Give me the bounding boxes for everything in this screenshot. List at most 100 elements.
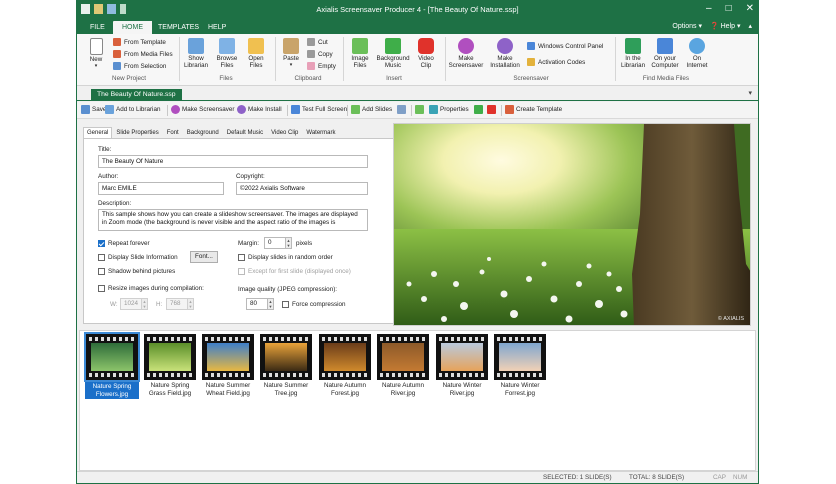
checkbox-box (98, 268, 105, 275)
slide-thumbnail[interactable]: Nature Autumn River.jpg (376, 334, 430, 397)
key-icon (527, 58, 535, 66)
save-icon (81, 105, 90, 114)
options-menu[interactable]: Options ▾ (672, 21, 702, 33)
minimize-button[interactable]: – (706, 3, 712, 15)
tab-file[interactable]: FILE (81, 21, 114, 34)
group-separator (343, 37, 344, 81)
open-files-button[interactable]: Open Files (243, 36, 269, 69)
scissors-icon (307, 38, 315, 46)
checkbox-box (282, 301, 289, 308)
make-install-button[interactable]: Make Install (237, 105, 282, 114)
font-button[interactable]: Font... (190, 251, 218, 263)
spinner-arrows-icon[interactable]: ▲ ▼ (286, 237, 292, 249)
tab-list-dropdown-icon[interactable]: ▾ (748, 89, 752, 97)
windows-control-panel-button[interactable]: Windows Control Panel (527, 42, 603, 50)
close-button[interactable]: ✕ (746, 3, 754, 15)
display-slide-info-checkbox[interactable]: Display Slide Information (98, 254, 178, 261)
background-music-button[interactable]: Background Music (375, 36, 411, 69)
test-full-screen-button[interactable]: Test Full Screen (291, 105, 347, 114)
tab-help[interactable]: HELP (199, 21, 235, 34)
spinner-arrows-icon[interactable]: ▲ ▼ (268, 298, 274, 310)
make-screensaver-button[interactable]: Make Screensaver (447, 36, 485, 69)
empty-button[interactable]: Empty (307, 62, 336, 70)
slide-thumbnail[interactable]: Nature Summer Wheat Field.jpg (201, 334, 255, 397)
checkbox-box (238, 268, 245, 275)
browse-files-button[interactable]: Browse Files (213, 36, 241, 69)
image-files-button[interactable]: Image Files (347, 36, 373, 69)
width-value[interactable]: 1024 (120, 298, 142, 310)
collapse-ribbon-button[interactable]: ▴ (748, 21, 752, 33)
height-value[interactable]: 768 (166, 298, 188, 310)
spinner-arrows-icon[interactable]: ▲ ▼ (188, 298, 194, 310)
image-quality-label: Image quality (JPEG compression): (238, 286, 338, 293)
height-label: H: (156, 301, 163, 308)
media-files-icon (113, 50, 121, 58)
title-field[interactable]: The Beauty Of Nature (98, 155, 368, 168)
make-screensaver-toolbar-button[interactable]: Make Screensaver (171, 105, 235, 114)
slide-thumbnail[interactable]: Nature Spring Flowers.jpg (84, 332, 140, 399)
image-quality-spinner[interactable]: 80 ▲ ▼ (246, 298, 274, 310)
find-on-computer-button[interactable]: On your Computer (649, 36, 681, 69)
slide-grid-button[interactable] (397, 105, 406, 114)
spinner-arrows-icon[interactable]: ▲ ▼ (142, 298, 148, 310)
group-label-new-project: New Project (112, 75, 146, 82)
slide-thumbnail[interactable]: Nature Autumn Forest.jpg (318, 334, 372, 397)
tab-home[interactable]: HOME (113, 21, 152, 34)
slide-thumbnail[interactable]: Nature Summer Tree.jpg (259, 334, 313, 397)
slide-thumbnail[interactable]: Nature Winter Forrest.jpg (493, 334, 547, 397)
save-button[interactable]: Save (81, 105, 106, 114)
num-lock-indicator: NUM (733, 474, 748, 481)
create-template-label: Create Template (516, 106, 563, 113)
repeat-forever-checkbox[interactable]: Repeat forever (98, 240, 150, 247)
from-media-files-button[interactable]: From Media Files (113, 50, 173, 58)
margin-spinner[interactable]: 0 ▲ ▼ (264, 237, 292, 249)
slide-thumbnail[interactable]: Nature Winter River.jpg (435, 334, 489, 397)
from-template-button[interactable]: From Template (113, 38, 166, 46)
force-compression-checkbox[interactable]: Force compression (282, 301, 346, 308)
new-button[interactable]: New ▾ (83, 36, 109, 70)
properties-icon (429, 105, 438, 114)
margin-value[interactable]: 0 (264, 237, 286, 249)
music-button[interactable] (474, 105, 483, 114)
slide-image-button[interactable] (415, 105, 424, 114)
copyright-field[interactable]: ©2022 Axialis Software (236, 182, 368, 195)
author-field[interactable]: Marc EMILE (98, 182, 224, 195)
new-document-icon (89, 38, 103, 55)
show-librarian-button[interactable]: Show Librarian (181, 36, 211, 69)
width-spinner[interactable]: 1024 ▲ ▼ (120, 298, 148, 310)
image-files-label: Image Files (351, 55, 369, 69)
cut-button[interactable]: Cut (307, 38, 328, 46)
selection-icon (113, 62, 121, 70)
group-separator (445, 37, 446, 81)
find-on-internet-button[interactable]: On Internet (683, 36, 711, 69)
properties-button[interactable]: Properties (429, 105, 469, 114)
librarian-icon (105, 105, 114, 114)
except-first-slide-checkbox[interactable]: Except for first slide (displayed once) (238, 268, 351, 275)
paste-button[interactable]: Paste ▾ (279, 36, 303, 69)
height-spinner[interactable]: 768 ▲ ▼ (166, 298, 194, 310)
activation-codes-button[interactable]: Activation Codes (527, 58, 585, 66)
image-quality-value[interactable]: 80 (246, 298, 268, 310)
make-installation-button[interactable]: Make Installation (487, 36, 523, 69)
create-template-button[interactable]: Create Template (505, 105, 562, 114)
find-in-librarian-button[interactable]: In the Librarian (619, 36, 647, 69)
add-slides-button[interactable]: Add Slides (351, 105, 392, 114)
add-slides-icon (351, 105, 360, 114)
video-button[interactable] (487, 105, 496, 114)
add-to-librarian-button[interactable]: Add to Librarian (105, 105, 160, 114)
film-frame (260, 334, 312, 380)
shadow-behind-checkbox[interactable]: Shadow behind pictures (98, 268, 175, 275)
resize-images-checkbox[interactable]: Resize images during compilation: (98, 285, 204, 292)
description-field[interactable]: This sample shows how you can create a s… (98, 209, 368, 231)
maximize-button[interactable]: □ (726, 3, 732, 15)
thumbnail-image (91, 343, 133, 371)
copy-button[interactable]: Copy (307, 50, 333, 58)
template-icon (113, 38, 121, 46)
video-clip-button[interactable]: Video Clip (413, 36, 439, 69)
help-menu[interactable]: ❓ Help ▾ (710, 21, 741, 33)
random-order-checkbox[interactable]: Display slides in random order (238, 254, 333, 261)
from-selection-button[interactable]: From Selection (113, 62, 166, 70)
document-tab[interactable]: The Beauty Of Nature.ssp (91, 89, 182, 101)
slide-thumbnail[interactable]: Nature Spring Grass Field.jpg (143, 334, 197, 397)
toolbar-separator (501, 105, 502, 116)
